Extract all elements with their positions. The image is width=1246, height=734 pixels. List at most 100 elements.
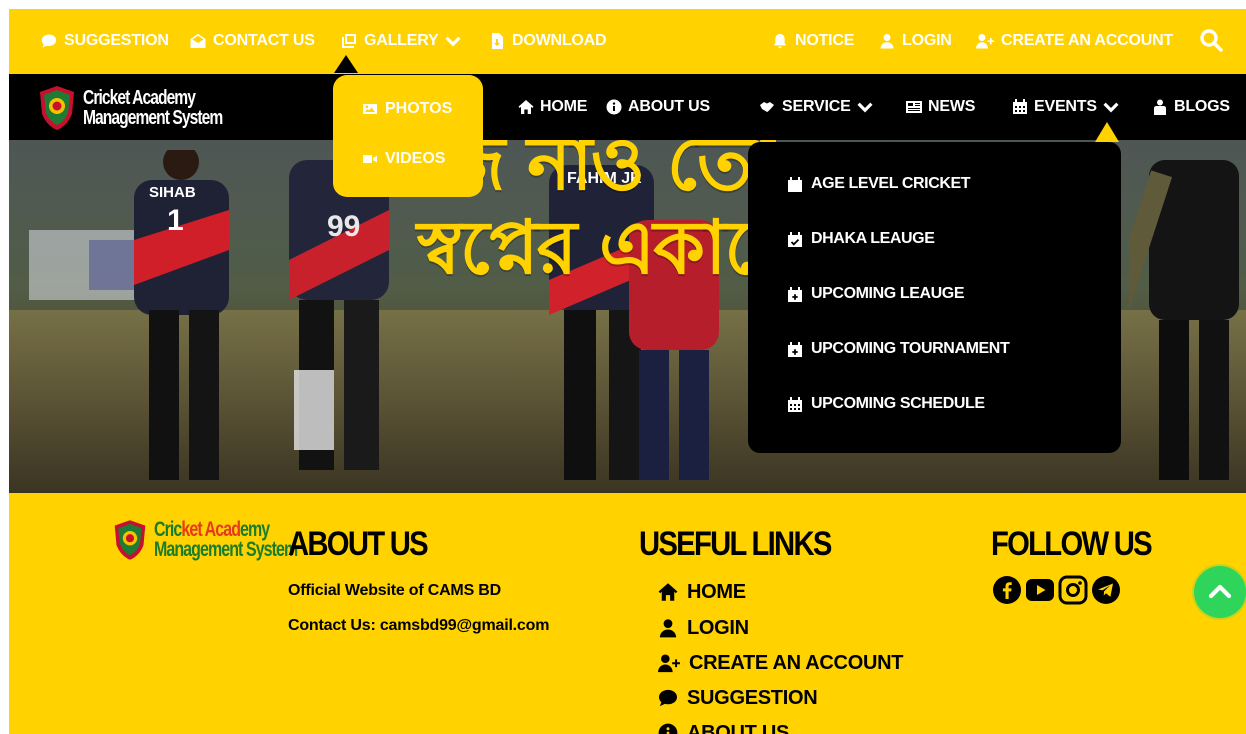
social-links [992,575,1121,605]
calendar-icon [1013,99,1027,114]
footer-contact-text[interactable]: Contact Us: camsbd99@gmail.com [288,617,549,635]
events-dropdown-pointer [1095,122,1119,142]
footer-follow-heading: FOLLOW US [991,525,1153,563]
player-silhouette [134,150,229,480]
events-item-dhaka-leauge[interactable]: DHAKA LEAUGE [788,227,935,251]
brand-logo[interactable]: Cricket Academy Management System [37,82,262,134]
jersey-number: 1 [167,204,184,237]
topbar-download-link[interactable]: DOWNLOAD [489,29,607,53]
user-icon [659,619,677,638]
chevron-down-icon [857,102,873,113]
events-item-label: AGE LEVEL CRICKET [811,175,971,192]
calendar-plus-icon [788,286,802,302]
events-item-upcoming-tournament[interactable]: UPCOMING TOURNAMENT [788,337,1010,361]
gallery-photos-label: PHOTOS [385,100,453,117]
gallery-dropdown: PHOTOS VIDEOS [333,75,483,197]
chevron-down-icon [445,36,461,47]
newspaper-icon [906,101,922,113]
user-plus-icon [976,34,994,49]
nav-home[interactable]: HOME [518,95,587,119]
footer-link-create-account[interactable]: CREATE AN ACCOUNT [658,649,903,677]
chevron-down-icon [1103,102,1119,113]
calendar-plus-icon [788,341,802,357]
topbar-login-link[interactable]: LOGIN [879,29,952,53]
user-icon [880,34,894,49]
gallery-videos-link[interactable]: VIDEOS [363,147,445,171]
topbar-suggestion-link[interactable]: SUGGESTION [41,29,169,53]
footer-link-label: SUGGESTION [687,686,818,709]
page-frame: SIHAB 1 99 FAHIM JR MUNIR জ নাও তো স্বপ্… [9,9,1246,734]
nav-service-menu[interactable]: SERVICE [758,95,873,119]
calendar-check-icon [788,231,802,247]
gallery-photos-link[interactable]: PHOTOS [363,97,452,121]
handshake-icon [760,102,774,112]
images-icon [342,34,356,48]
comment-icon [41,34,57,48]
footer-about-text: Official Website of CAMS BD [288,582,501,599]
chevron-up-icon [1208,584,1232,599]
jersey-name: SIHAB [149,184,196,201]
footer-logo-line1: Cricket Academy [154,518,270,541]
youtube-icon[interactable] [1025,575,1055,605]
nav-about-label: ABOUT US [628,98,710,115]
nav-news[interactable]: NEWS [906,95,975,119]
comment-icon [659,689,677,707]
gallery-videos-label: VIDEOS [385,150,446,167]
events-dropdown: AGE LEVEL CRICKET DHAKA LEAUGE UPCOMING … [748,142,1121,453]
cricket-board-emblem-icon [114,520,146,560]
telegram-icon[interactable] [1091,575,1121,605]
topbar-gallery-menu[interactable]: GALLERY [341,29,461,53]
events-item-label: UPCOMING SCHEDULE [811,395,985,412]
nav-blogs-label: BLOGS [1174,98,1230,115]
scroll-to-top-button[interactable] [1194,566,1246,618]
footer-link-suggestion[interactable]: SUGGESTION [658,684,818,712]
home-icon [518,100,534,114]
main-navigation: Cricket Academy Management System HOME A… [9,74,1246,140]
topbar-notice-link[interactable]: NOTICE [772,29,854,53]
user-plus-icon [658,654,680,673]
footer-link-label: LOGIN [687,616,749,639]
bell-icon [773,34,787,49]
footer-link-home[interactable]: HOME [658,578,746,606]
footer-link-label: CREATE AN ACCOUNT [689,651,904,674]
brand-line2: Management System [83,107,223,129]
topbar-gallery-label: GALLERY [364,32,439,49]
nav-blogs[interactable]: BLOGS [1152,95,1230,119]
info-circle-icon [658,723,678,734]
topbar-download-label: DOWNLOAD [512,32,607,49]
topbar-suggestion-label: SUGGESTION [64,32,169,49]
facebook-icon[interactable] [992,575,1022,605]
instagram-icon[interactable] [1058,575,1088,605]
events-item-label: DHAKA LEAUGE [811,230,935,247]
footer-about-heading: ABOUT US [288,525,429,563]
footer-link-login[interactable]: LOGIN [658,614,749,642]
topbar-notice-label: NOTICE [795,32,855,49]
nav-events-menu[interactable]: EVENTS [1012,95,1119,119]
calendar-icon [788,176,802,192]
top-utility-bar: SUGGESTION CONTACT US GALLERY DOWNLOAD N… [9,9,1246,74]
events-item-age-level-cricket[interactable]: AGE LEVEL CRICKET [788,172,971,196]
topbar-login-label: LOGIN [902,32,952,49]
player-silhouette [1129,160,1239,480]
events-item-label: UPCOMING LEAUGE [811,285,965,302]
nav-home-label: HOME [540,98,588,115]
topbar-create-account-link[interactable]: CREATE AN ACCOUNT [976,29,1173,53]
search-icon[interactable] [1199,28,1223,52]
topbar-contact-label: CONTACT US [213,32,315,49]
nav-news-label: NEWS [928,98,976,115]
footer-logo-line2: Management System [154,538,298,561]
footer-links-heading: USEFUL LINKS [639,525,832,563]
info-circle-icon [606,99,622,115]
events-item-upcoming-leauge[interactable]: UPCOMING LEAUGE [788,282,965,306]
nav-about[interactable]: ABOUT US [606,95,710,119]
photo-icon [363,104,377,114]
calendar-grid-icon [788,396,802,412]
home-icon [658,583,678,601]
footer-link-about[interactable]: ABOUT US [658,719,789,734]
jersey-number: 99 [327,210,361,243]
file-download-icon [492,33,503,49]
events-item-upcoming-schedule[interactable]: UPCOMING SCHEDULE [788,392,985,416]
events-item-label: UPCOMING TOURNAMENT [811,340,1010,357]
footer-link-label: ABOUT US [687,721,790,734]
topbar-contact-link[interactable]: CONTACT US [190,29,315,53]
